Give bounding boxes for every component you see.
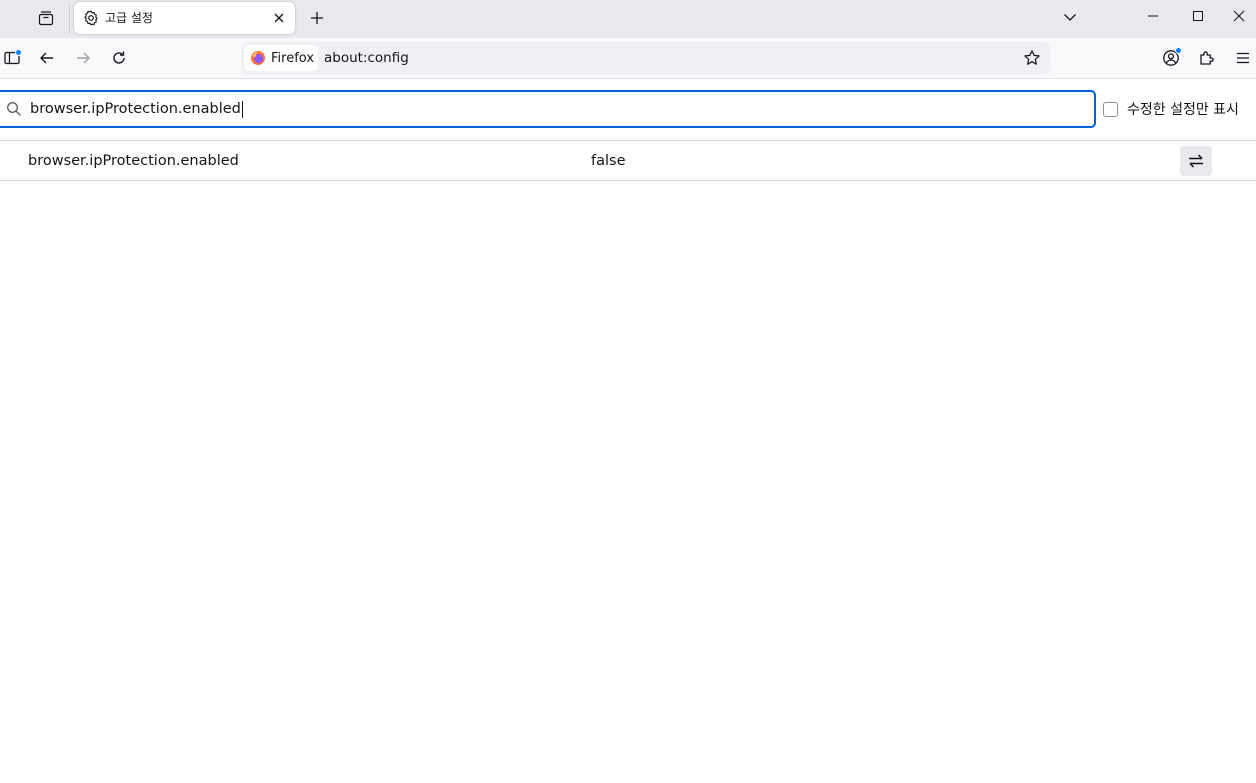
reload-button[interactable] (104, 43, 134, 73)
maximize-icon (1193, 11, 1203, 21)
firefox-logo-icon (251, 51, 265, 65)
window-close-button[interactable] (1221, 0, 1256, 32)
tab-separator (69, 4, 70, 34)
url-text[interactable]: about:config (324, 42, 409, 74)
close-icon (274, 13, 284, 23)
identity-box[interactable]: Firefox (244, 45, 318, 71)
arrow-left-icon (40, 52, 53, 64)
bookmark-star-button[interactable] (1022, 48, 1042, 68)
forward-button[interactable] (68, 43, 98, 73)
text-caret (241, 100, 243, 118)
tab-close-button[interactable] (269, 8, 289, 28)
plus-icon (311, 12, 323, 24)
hamburger-menu-icon (1237, 52, 1249, 64)
notification-dot (15, 49, 22, 56)
close-icon (1233, 10, 1244, 22)
list-all-tabs-button[interactable] (1056, 4, 1084, 30)
search-input[interactable]: browser.ipProtection.enabled (30, 92, 243, 126)
star-icon (1024, 50, 1040, 65)
preference-value: false (591, 153, 626, 169)
preference-search-box[interactable]: browser.ipProtection.enabled (0, 90, 1096, 128)
extensions-button[interactable] (1192, 43, 1222, 73)
tab-list-button[interactable] (30, 4, 62, 32)
tab-strip: 고급 설정 (0, 0, 1256, 38)
identity-label: Firefox (271, 50, 315, 66)
tab-title: 고급 설정 (105, 11, 153, 25)
show-modified-only[interactable]: 수정한 설정만 표시 (1103, 100, 1239, 118)
swap-arrows-icon (1189, 154, 1203, 168)
chevron-down-icon (1064, 14, 1076, 21)
toggle-preference-button[interactable] (1180, 146, 1212, 176)
tab-about-config[interactable]: 고급 설정 (74, 2, 295, 34)
search-input-value: browser.ipProtection.enabled (30, 101, 241, 117)
notification-dot (1175, 47, 1182, 54)
search-icon (6, 101, 22, 117)
app-menu-button[interactable] (1228, 43, 1256, 73)
tab-list-icon (38, 11, 54, 26)
sidebar-button[interactable] (0, 43, 27, 73)
maximize-button[interactable] (1175, 0, 1221, 32)
reload-icon (113, 51, 125, 64)
about-config-page: browser.ipProtection.enabled 수정한 설정만 표시 … (0, 79, 1256, 783)
preference-name: browser.ipProtection.enabled (28, 153, 239, 169)
browser-window: 고급 설정 Firefox about:config browser.ipPro… (0, 0, 1256, 783)
arrow-right-icon (77, 52, 90, 64)
preference-row: browser.ipProtection.enabled false (0, 140, 1256, 181)
new-tab-button[interactable] (303, 4, 331, 32)
show-modified-only-label: 수정한 설정만 표시 (1127, 102, 1239, 118)
puzzle-icon (1200, 51, 1214, 65)
back-button[interactable] (32, 43, 62, 73)
nav-bar: Firefox about:config (0, 38, 1256, 79)
minimize-icon (1148, 15, 1158, 17)
show-modified-only-checkbox[interactable] (1103, 101, 1118, 117)
account-button[interactable] (1156, 43, 1186, 73)
gear-icon (83, 10, 99, 26)
url-bar[interactable]: Firefox about:config (242, 42, 1050, 74)
minimize-button[interactable] (1130, 0, 1176, 32)
